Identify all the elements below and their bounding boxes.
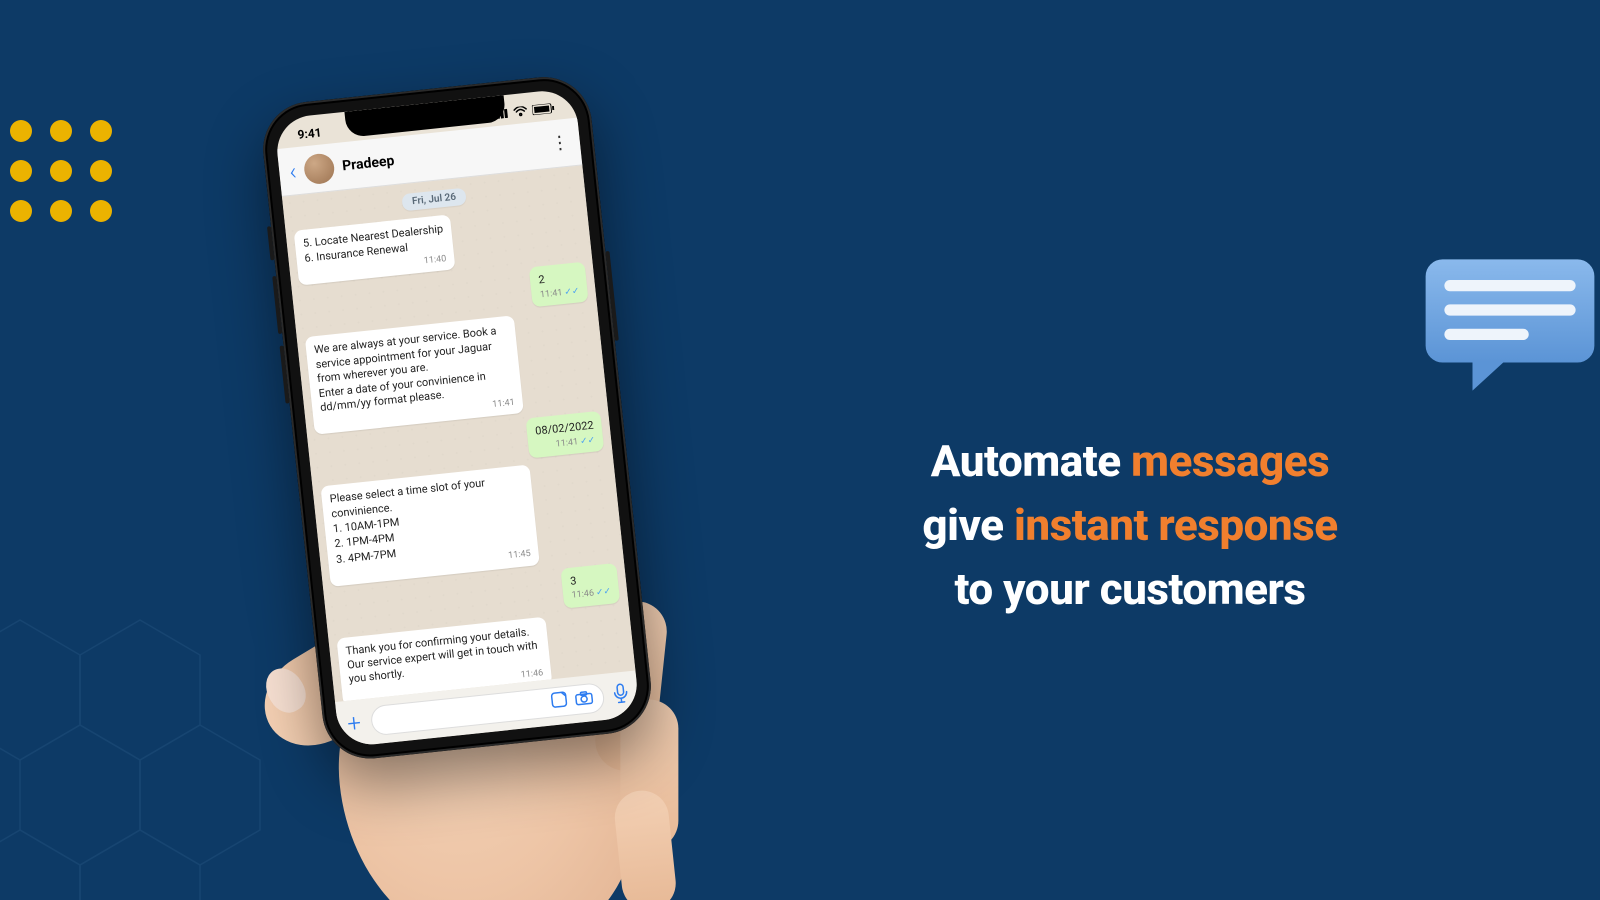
chat-body[interactable]: Fri, Jul 26 5. Locate Nearest Dealership… [282, 165, 635, 702]
phone-screen: 9:41 ‹ Pradeep ⋮ Fri, Jul 26 5. Locate N… [274, 88, 640, 748]
read-ticks-icon: ✓✓ [580, 435, 596, 447]
read-ticks-icon: ✓✓ [564, 286, 580, 298]
read-ticks-icon: ✓✓ [595, 587, 611, 599]
headline-part2: give [922, 499, 1014, 551]
phone-mockup: 9:41 ‹ Pradeep ⋮ Fri, Jul 26 5. Locate N… [258, 72, 655, 763]
attach-button[interactable]: + [346, 709, 362, 738]
message-time: 11:41✓✓ [540, 286, 581, 302]
camera-icon[interactable] [574, 689, 594, 710]
marketing-headline: Automate messages give instant response … [780, 430, 1480, 621]
contact-name[interactable]: Pradeep [341, 152, 395, 173]
status-time: 9:41 [297, 125, 322, 141]
sticker-icon[interactable] [550, 691, 568, 713]
wifi-icon [513, 106, 528, 117]
date-chip: Fri, Jul 26 [401, 188, 466, 212]
avatar[interactable] [303, 152, 336, 185]
more-menu-icon[interactable]: ⋮ [550, 132, 571, 155]
hand-holding-phone: 9:41 ‹ Pradeep ⋮ Fri, Jul 26 5. Locate N… [119, 63, 761, 900]
headline-accent2: instant response [1014, 499, 1338, 551]
chat-bubble-3d-icon [1410, 250, 1600, 400]
mic-button[interactable] [613, 682, 630, 708]
headline-accent1: messages [1131, 435, 1329, 487]
battery-icon [532, 103, 555, 115]
message-time: 11:46✓✓ [571, 587, 612, 603]
dot-grid-decoration [10, 120, 112, 222]
message-text: 3 [570, 570, 611, 588]
headline-part3: to your customers [955, 563, 1306, 615]
headline-part1: Automate [931, 435, 1131, 487]
back-button[interactable]: ‹ [288, 157, 298, 186]
signal-icon [492, 108, 509, 120]
message-text: 2 [538, 270, 579, 288]
